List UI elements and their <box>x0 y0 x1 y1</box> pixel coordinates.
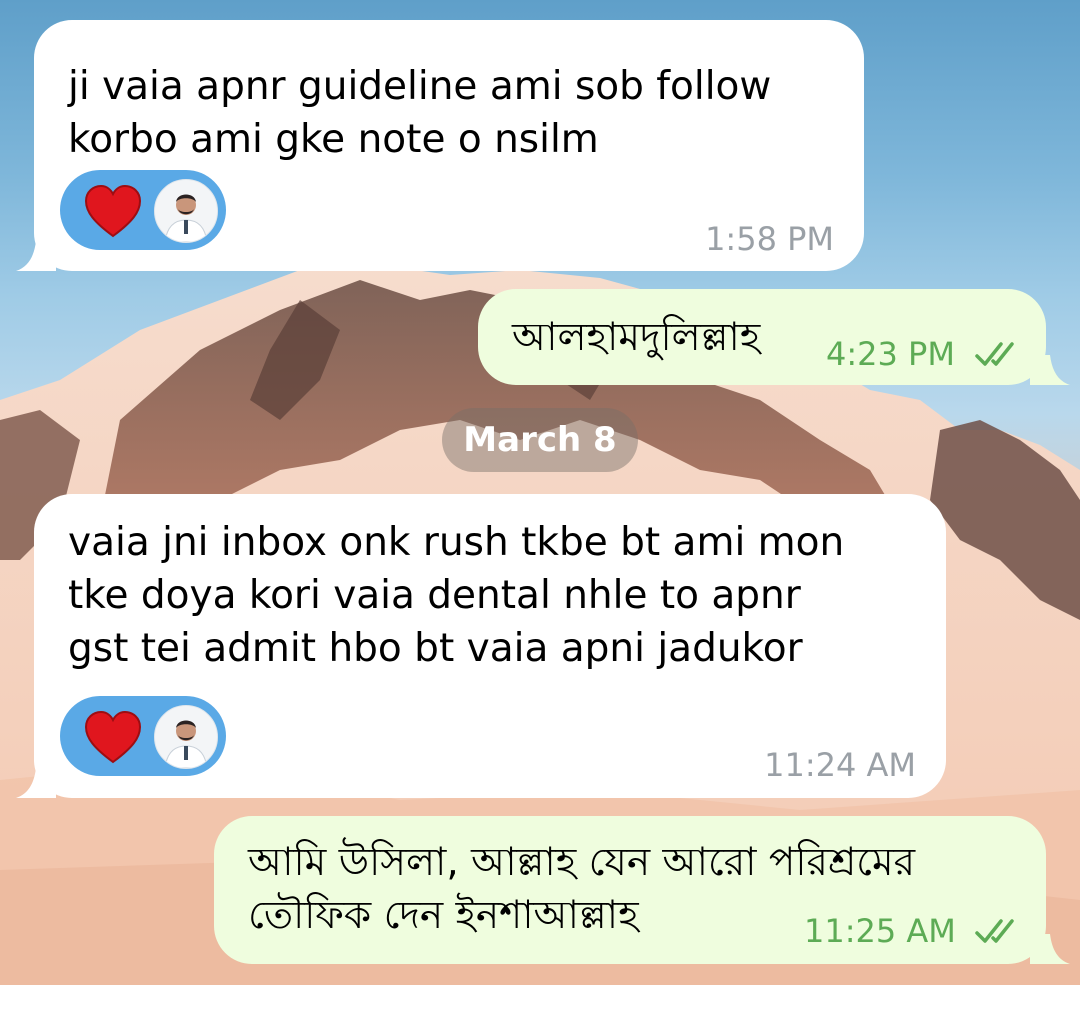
message-bubble-incoming[interactable]: ji vaia apnr guideline ami sob follow ko… <box>34 20 864 271</box>
message-text: vaia jni inbox onk rush tkbe bt ami mon … <box>68 516 928 675</box>
heart-icon <box>84 184 142 238</box>
message-time: 11:24 AM <box>764 746 916 784</box>
message-bubble-outgoing[interactable]: আমি উসিলা, আল্লাহ যেন আরো পরিশ্রমের তৌফি… <box>214 816 1046 964</box>
bubble-tail <box>16 241 56 271</box>
bubble-tail <box>1030 934 1070 964</box>
date-separator: March 8 <box>442 408 638 472</box>
message-time: 4:23 PM <box>826 335 955 373</box>
message-time: 11:25 AM <box>804 912 956 950</box>
message-line: tke doya kori vaia dental nhle to apnr <box>68 573 801 618</box>
message-time: 1:58 PM <box>705 220 834 258</box>
message-bubble-incoming[interactable]: vaia jni inbox onk rush tkbe bt ami mon … <box>34 494 946 798</box>
message-line: আমি উসিলা, আল্লাহ যেন আরো পরিশ্রমের <box>248 840 916 885</box>
double-check-icon <box>975 342 1014 366</box>
message-text: আলহামদুলিল্লাহ <box>512 311 832 364</box>
message-bubble-outgoing[interactable]: আলহামদুলিল্লাহ 4:23 PM <box>478 289 1046 385</box>
bottom-strip <box>0 985 1080 1010</box>
bubble-tail <box>16 768 56 798</box>
bubble-tail <box>1030 355 1070 385</box>
message-line: ji vaia apnr guideline ami sob follow <box>68 64 772 109</box>
message-line: gst tei admit hbo bt vaia apni jadukor <box>68 626 803 671</box>
message-line: আলহামদুলিল্লাহ <box>512 315 761 360</box>
message-line: korbo ami gke note o nsilm <box>68 117 599 162</box>
message-line: vaia jni inbox onk rush tkbe bt ami mon <box>68 520 845 565</box>
reactions-pill[interactable] <box>60 170 226 250</box>
message-text: ji vaia apnr guideline ami sob follow ko… <box>68 60 848 166</box>
reactions-pill[interactable] <box>60 696 226 776</box>
double-check-icon <box>975 919 1014 943</box>
heart-icon <box>84 710 142 764</box>
reactor-avatar <box>154 179 218 243</box>
reactor-avatar <box>154 705 218 769</box>
